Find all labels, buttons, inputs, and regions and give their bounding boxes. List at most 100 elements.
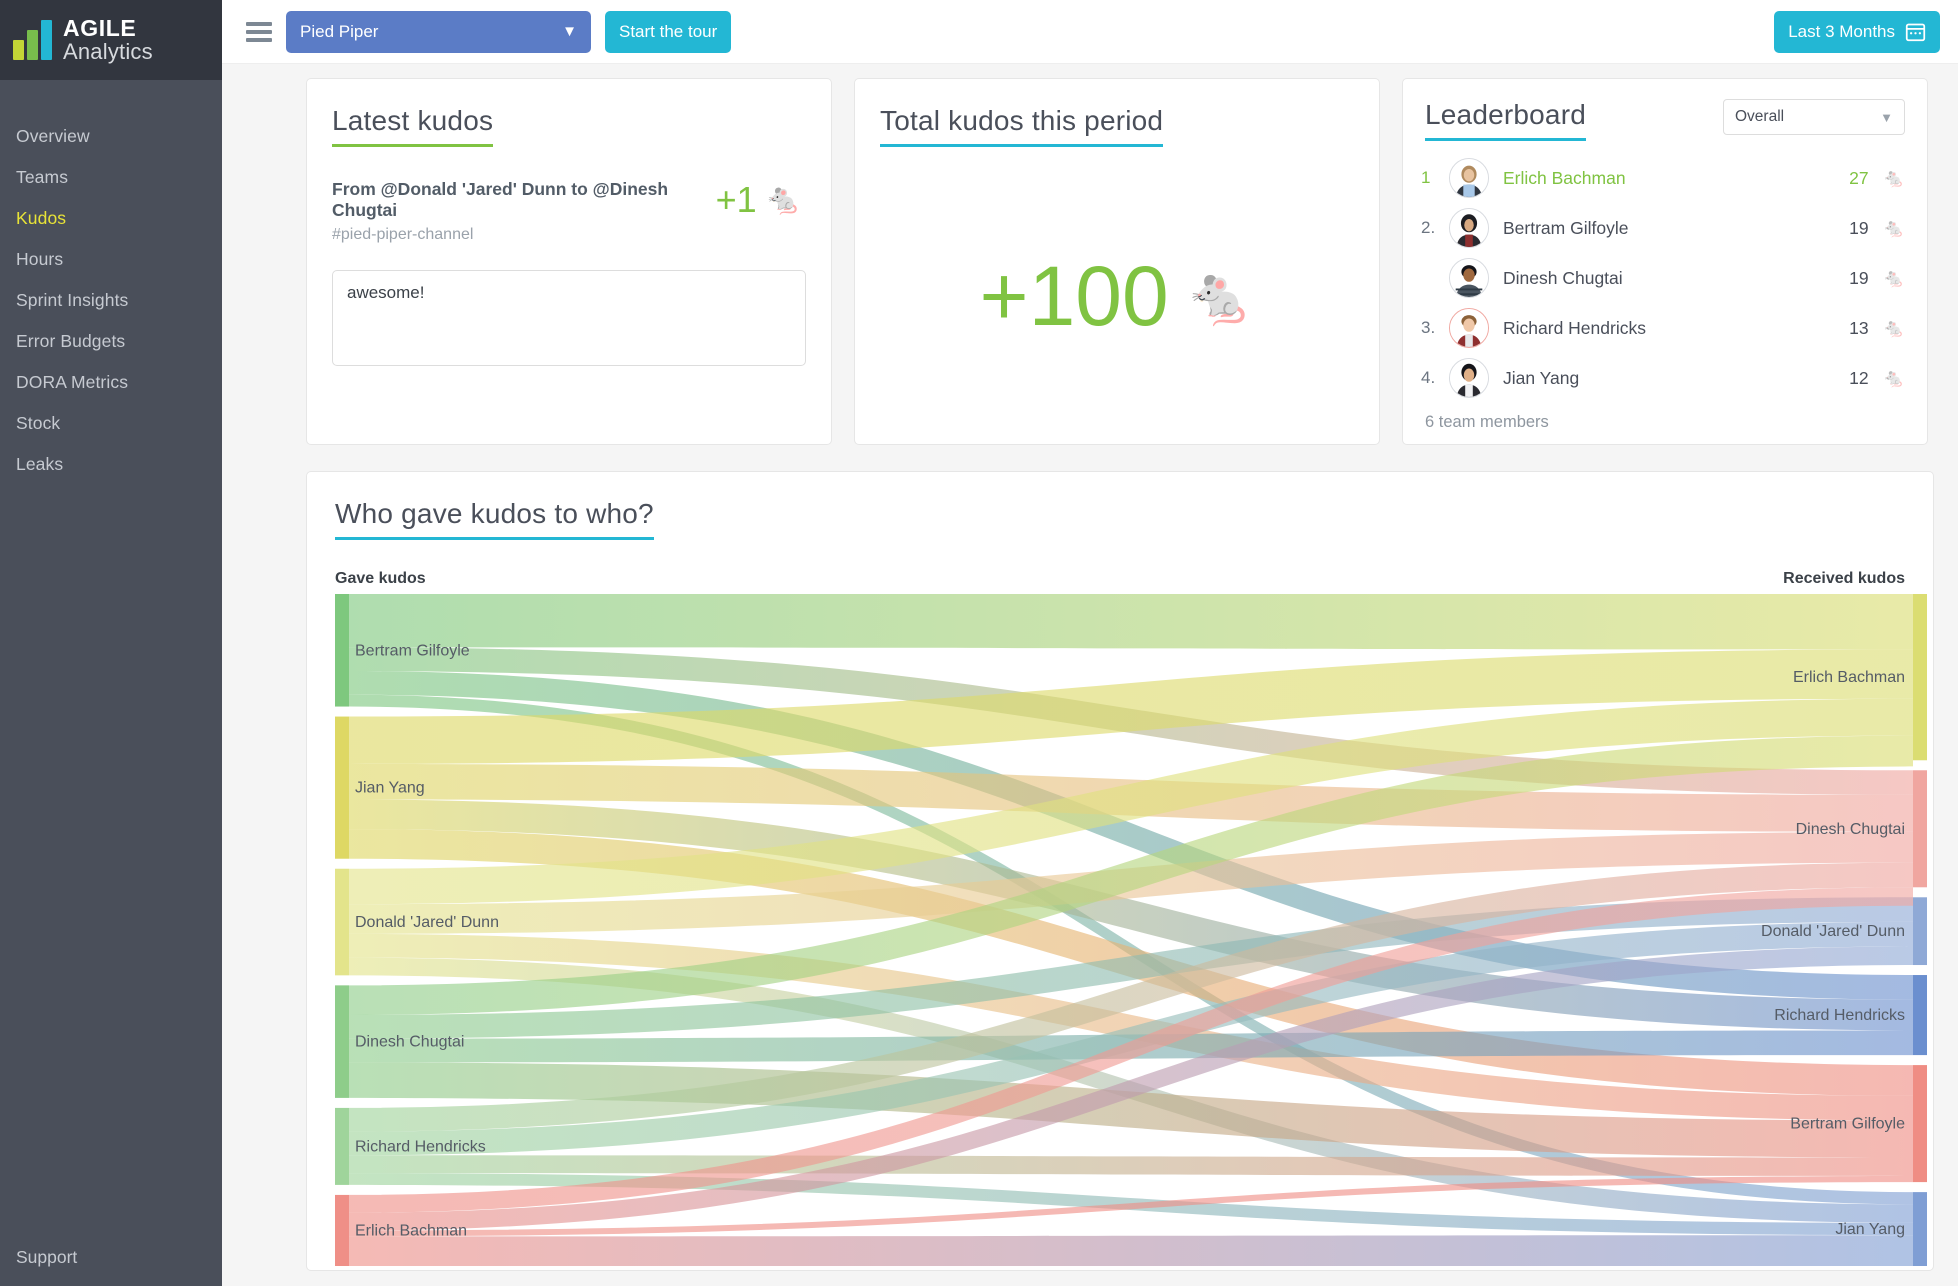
- leaderboard-score: 19: [1849, 217, 1869, 238]
- rat-emoji-icon: 🐁: [1882, 167, 1905, 188]
- sankey-link[interactable]: [349, 594, 1913, 650]
- sankey-chart[interactable]: Bertram Gilfoyle Jian Yang Donald 'Jared' …: [335, 594, 1927, 1271]
- hamburger-menu-icon[interactable]: [246, 21, 272, 42]
- avatar: [1449, 158, 1489, 198]
- sankey-node[interactable]: [335, 1194, 349, 1266]
- sankey-node-label: Erlich Bachman: [355, 1222, 467, 1239]
- sankey-node-label: Erlich Bachman: [1793, 669, 1905, 686]
- avatar: [1449, 358, 1489, 398]
- sidebar: AGILE Analytics Overview Teams Kudos Hou…: [0, 0, 222, 1286]
- leaderboard-header: Leaderboard Overall ▼: [1415, 99, 1905, 141]
- summary-cards-row: Latest kudos From @Donald 'Jared' Dunn t…: [306, 78, 1934, 445]
- date-range-button[interactable]: Last 3 Months: [1774, 10, 1940, 53]
- rat-emoji-icon-large: 🐁: [1184, 264, 1255, 327]
- leaderboard-row[interactable]: 2. Bertram Gilfoyle 19 🐁: [1415, 203, 1905, 253]
- sankey-node-label: Donald 'Jared' Dunn: [1761, 923, 1905, 940]
- sidebar-item-stock[interactable]: Stock: [0, 403, 222, 444]
- total-kudos-card: Total kudos this period +100 🐁: [854, 78, 1380, 445]
- sankey-node[interactable]: [335, 868, 349, 976]
- sidebar-item-leaks[interactable]: Leaks: [0, 444, 222, 485]
- avatar: [1449, 258, 1489, 298]
- sidebar-item-dora-metrics[interactable]: DORA Metrics: [0, 362, 222, 403]
- sankey-left-legend: Gave kudos: [335, 570, 426, 587]
- rat-emoji-icon: 🐁: [764, 183, 802, 216]
- kudos-channel-text: #pied-piper-channel: [332, 226, 474, 243]
- rat-emoji-icon: 🐁: [1882, 367, 1905, 388]
- sidebar-nav: Overview Teams Kudos Hours Sprint Insigh…: [0, 80, 222, 1247]
- leaderboard-row[interactable]: 4. Jian Yang 12 🐁: [1415, 353, 1905, 403]
- sankey-node[interactable]: [335, 716, 349, 859]
- sankey-node-label: Donald 'Jared' Dunn: [355, 914, 499, 931]
- team-selector[interactable]: Pied Piper ▼: [286, 10, 591, 53]
- sidebar-item-kudos[interactable]: Kudos: [0, 198, 222, 239]
- sankey-title: Who gave kudos to who?: [335, 498, 654, 540]
- rat-emoji-icon: 🐁: [1882, 317, 1905, 338]
- avatar: [1449, 208, 1489, 248]
- sankey-node-label: Dinesh Chugtai: [355, 1034, 464, 1051]
- total-kudos-value-group: +100 🐁: [855, 254, 1379, 338]
- leaderboard-row[interactable]: Dinesh Chugtai 19 🐁: [1415, 253, 1905, 303]
- leaderboard-filter-value: Overall: [1735, 108, 1785, 125]
- rat-emoji-icon: 🐁: [1882, 267, 1905, 288]
- sankey-node[interactable]: [335, 985, 349, 1098]
- logo-line-2: Analytics: [63, 38, 153, 64]
- chevron-down-icon: ▼: [562, 23, 577, 40]
- team-selector-value: Pied Piper: [300, 21, 379, 41]
- sidebar-item-teams[interactable]: Teams: [0, 157, 222, 198]
- latest-kudos-participants: From @Donald 'Jared' Dunn to @Dinesh Chu…: [332, 179, 716, 244]
- sidebar-item-support[interactable]: Support: [0, 1247, 222, 1286]
- sankey-node[interactable]: [1913, 897, 1927, 966]
- leaderboard-filter-select[interactable]: Overall ▼: [1723, 99, 1905, 135]
- latest-kudos-title: Latest kudos: [332, 105, 494, 147]
- leaderboard-card: Leaderboard Overall ▼ 1 Erlich Bachman 2…: [1402, 78, 1928, 445]
- sankey-node[interactable]: [1913, 770, 1927, 888]
- sankey-node[interactable]: [1913, 1192, 1927, 1266]
- sidebar-item-hours[interactable]: Hours: [0, 239, 222, 280]
- latest-kudos-header: From @Donald 'Jared' Dunn to @Dinesh Chu…: [332, 179, 806, 244]
- sankey-node-label: Jian Yang: [1835, 1221, 1905, 1238]
- sankey-node[interactable]: [1913, 975, 1927, 1056]
- leaderboard-name: Jian Yang: [1503, 367, 1580, 388]
- sankey-node-label: Jian Yang: [355, 780, 425, 797]
- bar-chart-logo-icon: [13, 20, 52, 60]
- total-kudos-title: Total kudos this period: [880, 105, 1164, 147]
- top-bar: Pied Piper ▼ Start the tour Last 3 Month…: [222, 0, 1958, 64]
- latest-kudos-card: Latest kudos From @Donald 'Jared' Dunn t…: [306, 78, 832, 445]
- sidebar-item-sprint-insights[interactable]: Sprint Insights: [0, 280, 222, 321]
- app-logo[interactable]: AGILE Analytics: [0, 0, 222, 80]
- sankey-svg[interactable]: Bertram Gilfoyle Jian Yang Donald 'Jared' …: [335, 594, 1927, 1266]
- sidebar-item-overview[interactable]: Overview: [0, 116, 222, 157]
- leaderboard-score: 12: [1849, 367, 1869, 388]
- leaderboard-name: Erlich Bachman: [1503, 167, 1626, 188]
- leaderboard-rank: 4.: [1421, 368, 1436, 387]
- logo-text: AGILE Analytics: [63, 16, 153, 64]
- sankey-node[interactable]: [1913, 594, 1927, 761]
- leaderboard-rank: 1: [1421, 168, 1431, 187]
- sankey-node[interactable]: [335, 1107, 349, 1185]
- sankey-card: Who gave kudos to who? Gave kudos Receiv…: [306, 471, 1934, 1271]
- date-range-label: Last 3 Months: [1788, 21, 1895, 41]
- leaderboard-row[interactable]: 3. Richard Hendricks 13 🐁: [1415, 303, 1905, 353]
- sidebar-item-error-budgets[interactable]: Error Budgets: [0, 321, 222, 362]
- sankey-right-legend: Received kudos: [1783, 570, 1905, 587]
- sankey-link[interactable]: [349, 1235, 1913, 1266]
- leaderboard-row[interactable]: 1 Erlich Bachman 27 🐁: [1415, 153, 1905, 203]
- avatar: [1449, 308, 1489, 348]
- sankey-node[interactable]: [335, 594, 349, 707]
- sankey-node-label: Dinesh Chugtai: [1796, 821, 1905, 838]
- page-content: Latest kudos From @Donald 'Jared' Dunn t…: [222, 64, 1958, 1271]
- leaderboard-list: 1 Erlich Bachman 27 🐁 2. Bertram Gilfoyl…: [1415, 153, 1905, 403]
- total-kudos-value: +100: [979, 249, 1169, 343]
- sankey-node-label: Richard Hendricks: [1774, 1007, 1905, 1024]
- kudos-message-box[interactable]: [332, 270, 806, 366]
- kudos-amount: +1: [715, 179, 757, 220]
- kudos-from-to-text: From @Donald 'Jared' Dunn to @Dinesh Chu…: [332, 179, 669, 220]
- leaderboard-title: Leaderboard: [1425, 99, 1586, 141]
- rat-emoji-icon: 🐁: [1882, 217, 1905, 238]
- sankey-node[interactable]: [1913, 1065, 1927, 1183]
- start-tour-button[interactable]: Start the tour: [605, 10, 732, 53]
- main-area: Pied Piper ▼ Start the tour Last 3 Month…: [222, 0, 1958, 1286]
- leaderboard-score: 13: [1849, 317, 1869, 338]
- sankey-legend: Gave kudos Received kudos: [335, 570, 1905, 588]
- sankey-link[interactable]: [349, 1155, 1913, 1176]
